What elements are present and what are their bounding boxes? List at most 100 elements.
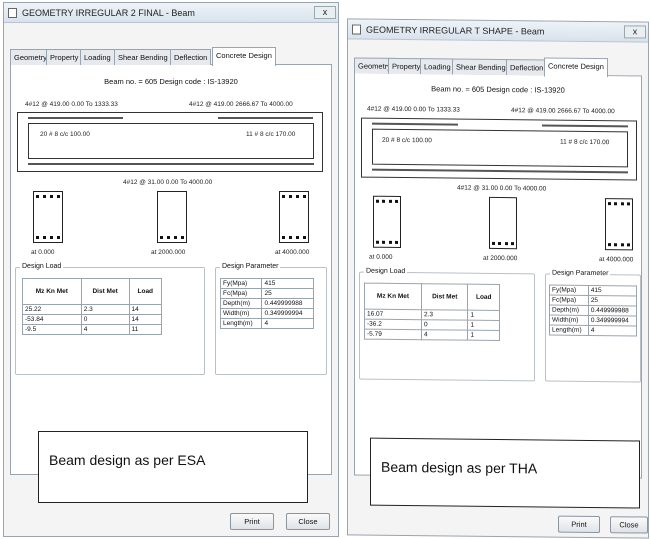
column-header-load: Load bbox=[467, 284, 500, 311]
beam-info: Beam no. = 605 Design code : IS-13920 bbox=[431, 84, 565, 95]
section-label-end: at 4000.000 bbox=[275, 249, 310, 256]
section-middle bbox=[489, 196, 517, 250]
cell-dist: 4 bbox=[421, 329, 468, 341]
design-load-title: Design Load bbox=[364, 267, 408, 276]
window-close-button[interactable]: x bbox=[314, 6, 336, 19]
cell-load: 14 bbox=[128, 304, 163, 315]
param-row: Depth(m) 0.449999988 bbox=[219, 298, 314, 309]
bottom-bar-label: 4#12 @ 31.00 0.00 To 4000.00 bbox=[123, 179, 213, 186]
table-row: -53.84 0 14 bbox=[22, 314, 163, 325]
beam-dialog-tha: GEOMETRY IRREGULAR T SHAPE - Beam x Geom… bbox=[347, 18, 649, 539]
caption-box: Beam design as per ESA bbox=[38, 431, 308, 503]
table-row: 25.22 2.3 14 bbox=[22, 304, 163, 315]
cell-load: 1 bbox=[467, 320, 500, 331]
param-row: Length(m) 4 bbox=[219, 318, 314, 329]
caption-text: Beam design as per ESA bbox=[49, 452, 206, 468]
tab-property[interactable]: Property bbox=[388, 57, 425, 75]
cell-mz: 25.22 bbox=[22, 304, 82, 315]
beam-elevation: 20 # 8 c/c 100.00 11 # 8 c/c 170.00 bbox=[361, 117, 637, 181]
tab-concrete-design[interactable]: Concrete Design bbox=[212, 47, 276, 66]
beam-core bbox=[372, 128, 628, 168]
param-row: Fc(Mpa) 25 bbox=[219, 288, 314, 299]
cell-mz: -53.84 bbox=[22, 314, 82, 325]
param-label: Fc(Mpa) bbox=[219, 288, 263, 299]
top-right-bar-label: 4#12 @ 419.00 2666.67 To 4000.00 bbox=[189, 101, 293, 108]
design-load-group: Design Load Mz Kn Met Dist Met Load 25.2… bbox=[15, 263, 205, 375]
section-start bbox=[33, 191, 63, 243]
param-label: Length(m) bbox=[219, 318, 263, 329]
design-parameter-group: Design Parameter Fy(Mpa) 415 Fc(Mpa) 25 De… bbox=[545, 269, 641, 383]
design-load-table: Mz Kn Met Dist Met Load 25.22 2.3 14 -53… bbox=[22, 278, 163, 335]
section-label-middle: at 2000.000 bbox=[483, 254, 518, 263]
caption-box: Beam design as per THA bbox=[370, 437, 640, 509]
close-button[interactable]: Close bbox=[610, 516, 648, 534]
column-header-mz: Mz Kn Met bbox=[22, 278, 82, 305]
column-header-dist: Dist Met bbox=[80, 278, 130, 305]
param-row: Fy(Mpa) 415 bbox=[219, 278, 314, 289]
tab-shear-bending[interactable]: Shear Bending bbox=[114, 49, 172, 65]
table-row: -9.5 4 11 bbox=[22, 324, 163, 335]
window-close-button[interactable]: x bbox=[624, 25, 646, 39]
section-start bbox=[373, 195, 401, 248]
param-label: Width(m) bbox=[219, 308, 263, 319]
stirrup-left-label: 20 # 8 c/c 100.00 bbox=[382, 136, 432, 145]
tab-concrete-design[interactable]: Concrete Design bbox=[544, 57, 608, 78]
top-rebar-left bbox=[372, 122, 458, 126]
param-label: Fc(Mpa) bbox=[549, 295, 589, 306]
stirrup-left-label: 20 # 8 c/c 100.00 bbox=[40, 131, 90, 138]
cell-load: 1 bbox=[467, 330, 500, 341]
param-value: 25 bbox=[588, 295, 637, 306]
design-parameter-title: Design Parameter bbox=[550, 269, 611, 278]
concrete-design-panel: Beam no. = 605 Design code : IS-13920 4#… bbox=[10, 65, 332, 475]
concrete-design-panel: Beam no. = 605 Design code : IS-13920 4#… bbox=[354, 73, 642, 479]
tab-geometry[interactable]: Geometry bbox=[10, 49, 51, 65]
top-rebar-left bbox=[28, 117, 123, 119]
tab-deflection[interactable]: Deflection bbox=[506, 59, 548, 76]
tab-loading[interactable]: Loading bbox=[80, 49, 115, 65]
print-button[interactable]: Print bbox=[558, 515, 600, 534]
top-left-bar-label: 4#12 @ 419.00 0.00 To 1333.33 bbox=[367, 105, 460, 114]
bottom-rebar bbox=[372, 168, 628, 174]
app-icon bbox=[8, 8, 17, 18]
param-value: 0.449999988 bbox=[261, 298, 314, 309]
param-label: Width(m) bbox=[549, 315, 589, 326]
stirrup-right-label: 11 # 8 c/c 170.00 bbox=[246, 131, 296, 138]
cell-load: 11 bbox=[128, 324, 163, 335]
cell-mz: 16.07 bbox=[364, 309, 422, 320]
column-header-load: Load bbox=[128, 278, 163, 305]
design-parameter-group: Design Parameter Fy(Mpa) 415 Fc(Mpa) 25 De… bbox=[215, 263, 327, 375]
section-label-start: at 0.000 bbox=[369, 253, 393, 261]
param-value: 0.349999994 bbox=[261, 308, 314, 319]
design-parameter-table: Fy(Mpa) 415 Fc(Mpa) 25 Depth(m) 0.449999988… bbox=[219, 278, 314, 329]
print-button[interactable]: Print bbox=[230, 513, 274, 530]
beam-info: Beam no. = 605 Design code : IS-13920 bbox=[104, 77, 238, 86]
tab-property[interactable]: Property bbox=[46, 49, 83, 65]
window-title: GEOMETRY IRREGULAR 2 FINAL - Beam bbox=[22, 8, 195, 18]
design-parameter-title: Design Parameter bbox=[220, 263, 281, 270]
cell-dist: 2.3 bbox=[421, 309, 468, 321]
section-label-middle: at 2000.000 bbox=[151, 249, 186, 256]
bottom-rebar bbox=[28, 163, 314, 165]
design-load-group: Design Load Mz Kn Met Dist Met Load 16.0… bbox=[359, 267, 535, 382]
param-label: Fy(Mpa) bbox=[549, 285, 589, 296]
tab-deflection[interactable]: Deflection bbox=[170, 49, 212, 65]
tab-shear-bending[interactable]: Shear Bending bbox=[452, 58, 510, 76]
param-label: Depth(m) bbox=[219, 298, 263, 309]
cell-dist: 4 bbox=[80, 324, 130, 335]
bottom-bar-label: 4#12 @ 31.00 0.00 To 4000.00 bbox=[457, 184, 547, 193]
param-value: 4 bbox=[261, 318, 314, 329]
design-parameter-table: Fy(Mpa) 415 Fc(Mpa) 25 Depth(m) 0.449999988… bbox=[549, 284, 637, 337]
cell-load: 14 bbox=[128, 314, 163, 325]
title-bar: GEOMETRY IRREGULAR T SHAPE - Beam x bbox=[348, 19, 648, 43]
column-header-dist: Dist Met bbox=[421, 283, 468, 311]
top-rebar-right bbox=[218, 117, 313, 119]
window-title: GEOMETRY IRREGULAR T SHAPE - Beam bbox=[366, 24, 545, 37]
column-header-mz: Mz Kn Met bbox=[364, 283, 422, 310]
cell-dist: 0 bbox=[80, 314, 130, 325]
beam-core bbox=[28, 123, 314, 159]
table-row: -5.79 4 1 bbox=[364, 329, 500, 341]
tab-loading[interactable]: Loading bbox=[420, 58, 455, 75]
close-button[interactable]: Close bbox=[286, 513, 330, 530]
param-row: Width(m) 0.349999994 bbox=[219, 308, 314, 319]
table-header-row: Mz Kn Met Dist Met Load bbox=[364, 283, 500, 311]
